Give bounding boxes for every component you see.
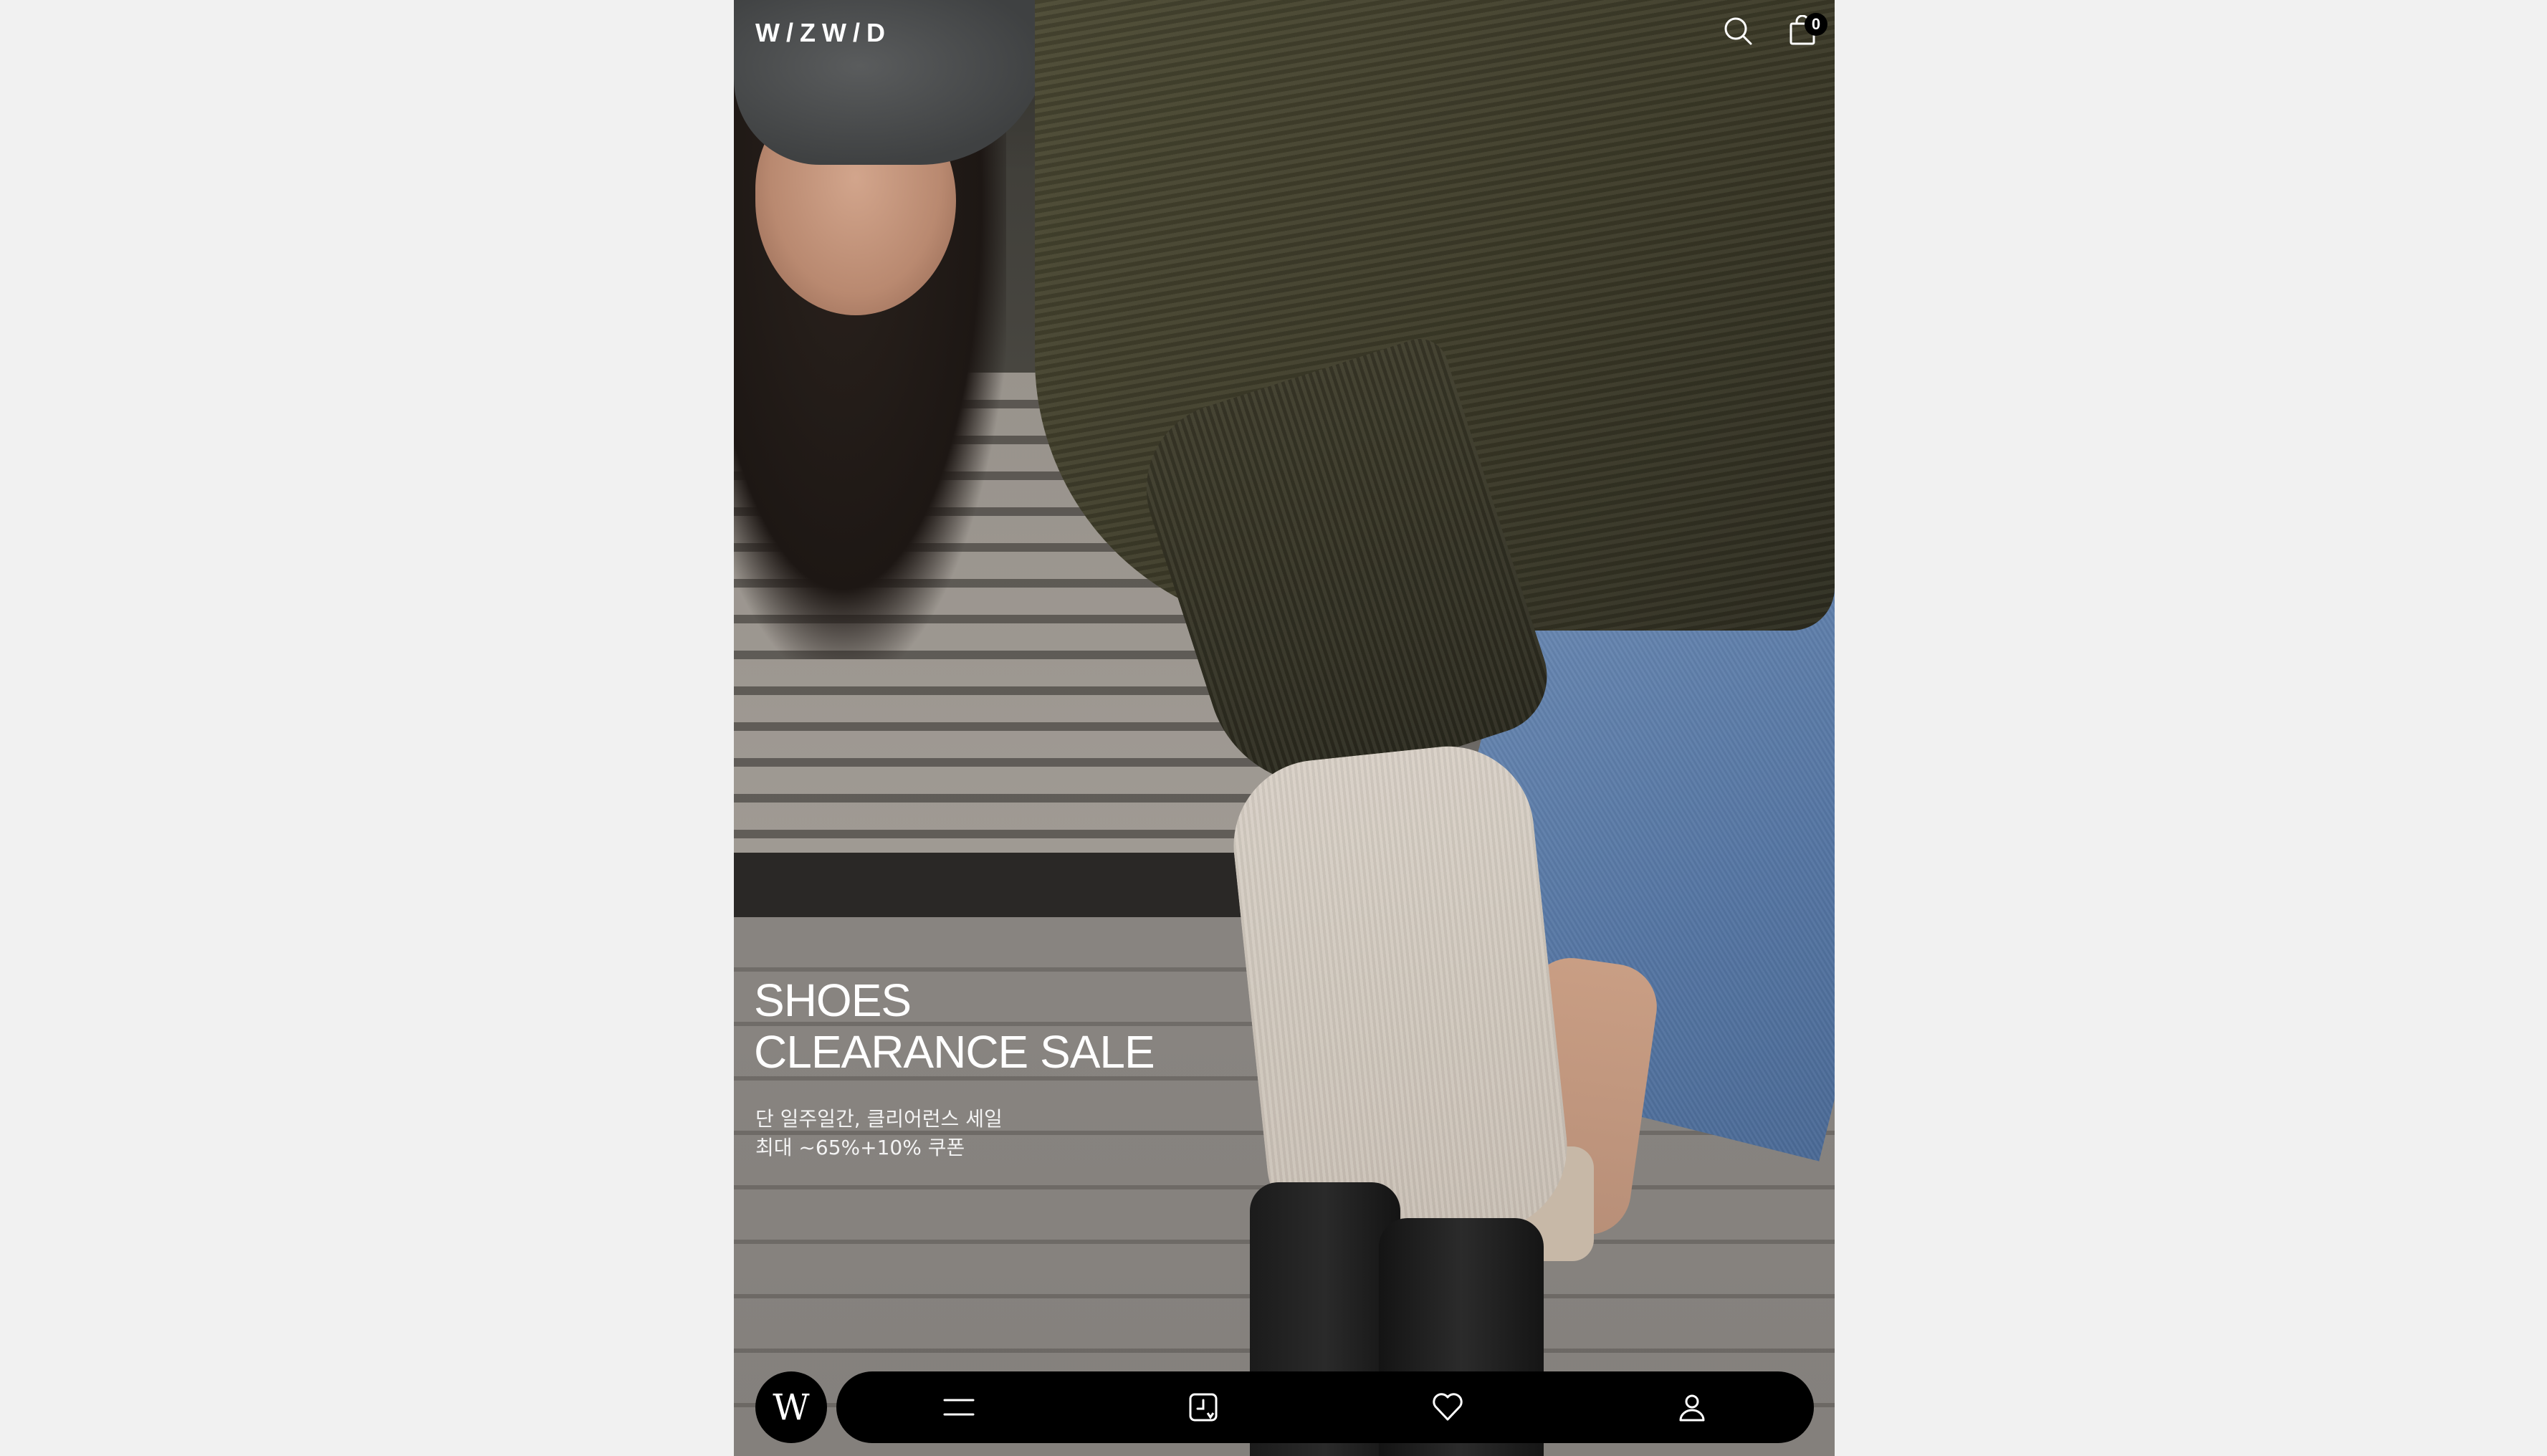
hero-title[interactable]: SHOES CLEARANCE SALE bbox=[754, 974, 1155, 1078]
hero-desc-line-2: 최대 ~65%+10% 쿠폰 bbox=[755, 1136, 965, 1159]
cart-count-badge: 0 bbox=[1805, 13, 1827, 36]
menu-icon bbox=[942, 1394, 976, 1420]
hero-description: 단 일주일간, 클리어런스 세일 최대 ~65%+10% 쿠폰 bbox=[755, 1105, 1003, 1162]
search-icon bbox=[1722, 15, 1754, 47]
gloves-shape bbox=[1225, 737, 1576, 1255]
page: W/ZW/D 0 SHOES CLEARANCE SALE 단 일주일간, 클리… bbox=[0, 0, 2547, 1456]
mobile-viewport: W/ZW/D 0 SHOES CLEARANCE SALE 단 일주일간, 클리… bbox=[734, 0, 1835, 1456]
bottom-nav-bar bbox=[836, 1371, 1814, 1443]
home-w-button[interactable]: W bbox=[755, 1371, 827, 1443]
header-actions: 0 bbox=[1717, 10, 1827, 52]
hero-title-line-1: SHOES bbox=[754, 974, 912, 1026]
recent-viewed-icon bbox=[1188, 1392, 1219, 1423]
user-icon bbox=[1676, 1392, 1708, 1423]
nav-recent-button[interactable] bbox=[1175, 1379, 1232, 1436]
nav-wishlist-button[interactable] bbox=[1419, 1379, 1476, 1436]
cart-button[interactable]: 0 bbox=[1782, 10, 1827, 52]
search-button[interactable] bbox=[1717, 10, 1759, 52]
heart-icon bbox=[1431, 1392, 1464, 1422]
nav-menu-button[interactable] bbox=[930, 1379, 988, 1436]
brand-logo[interactable]: W/ZW/D bbox=[755, 18, 892, 48]
hero-desc-line-1: 단 일주일간, 클리어런스 세일 bbox=[755, 1107, 1003, 1131]
hero-banner-image[interactable] bbox=[734, 0, 1835, 1456]
nav-mypage-button[interactable] bbox=[1663, 1379, 1721, 1436]
hero-title-line-2: CLEARANCE SALE bbox=[754, 1026, 1155, 1078]
